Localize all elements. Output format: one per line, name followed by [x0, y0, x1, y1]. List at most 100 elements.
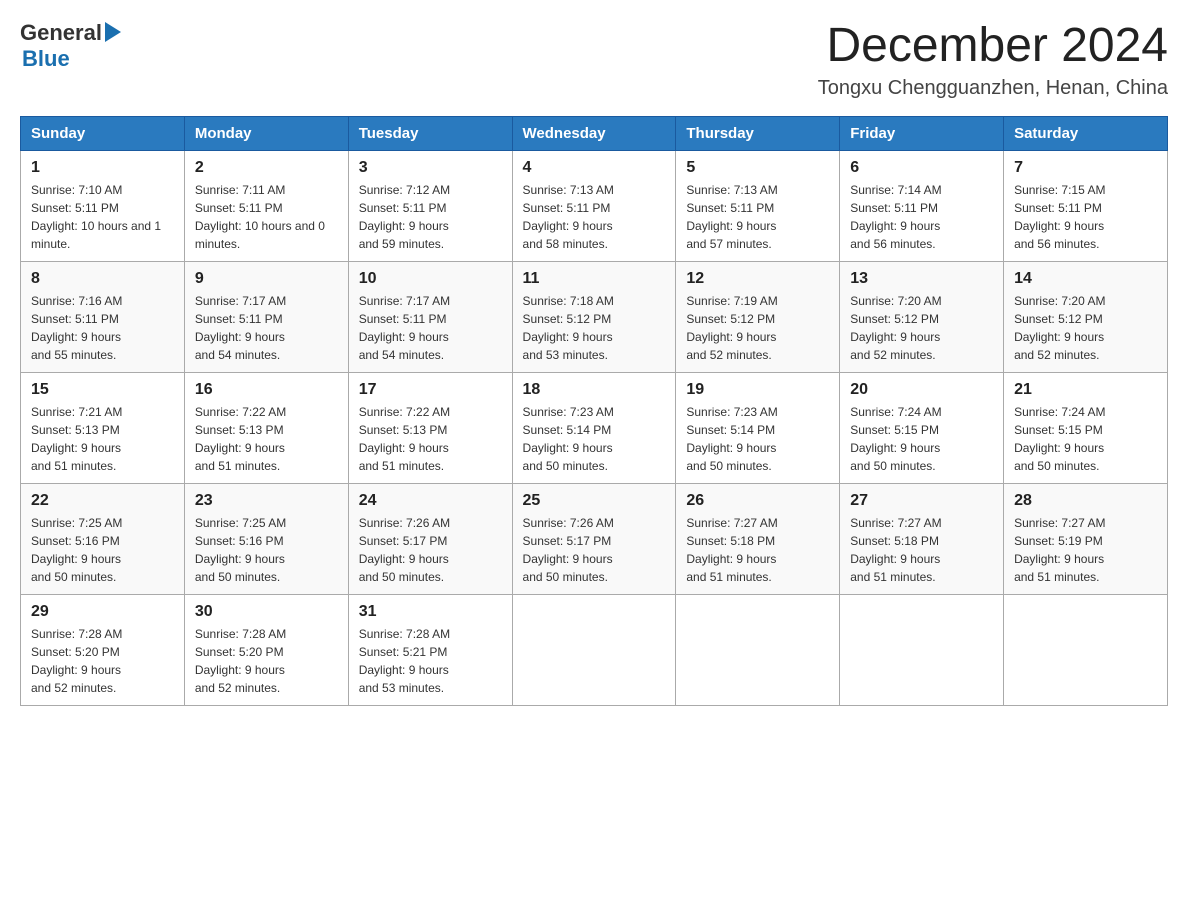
day-info: Sunrise: 7:25 AMSunset: 5:16 PMDaylight:… — [195, 514, 338, 586]
calendar-cell: 18 Sunrise: 7:23 AMSunset: 5:14 PMDaylig… — [512, 372, 676, 483]
calendar-cell: 3 Sunrise: 7:12 AMSunset: 5:11 PMDayligh… — [348, 150, 512, 261]
calendar-cell: 7 Sunrise: 7:15 AMSunset: 5:11 PMDayligh… — [1004, 150, 1168, 261]
day-info: Sunrise: 7:26 AMSunset: 5:17 PMDaylight:… — [523, 514, 666, 586]
calendar-cell: 15 Sunrise: 7:21 AMSunset: 5:13 PMDaylig… — [21, 372, 185, 483]
day-number: 5 — [686, 159, 829, 177]
calendar-cell: 24 Sunrise: 7:26 AMSunset: 5:17 PMDaylig… — [348, 483, 512, 594]
day-info: Sunrise: 7:14 AMSunset: 5:11 PMDaylight:… — [850, 181, 993, 253]
day-number: 17 — [359, 381, 502, 399]
calendar-cell: 21 Sunrise: 7:24 AMSunset: 5:15 PMDaylig… — [1004, 372, 1168, 483]
day-info: Sunrise: 7:20 AMSunset: 5:12 PMDaylight:… — [850, 292, 993, 364]
calendar-cell: 5 Sunrise: 7:13 AMSunset: 5:11 PMDayligh… — [676, 150, 840, 261]
calendar-week-row: 1 Sunrise: 7:10 AMSunset: 5:11 PMDayligh… — [21, 150, 1168, 261]
calendar-cell — [512, 594, 676, 705]
calendar-cell: 28 Sunrise: 7:27 AMSunset: 5:19 PMDaylig… — [1004, 483, 1168, 594]
logo-general: General — [20, 20, 102, 46]
day-info: Sunrise: 7:22 AMSunset: 5:13 PMDaylight:… — [195, 403, 338, 475]
day-number: 3 — [359, 159, 502, 177]
day-number: 1 — [31, 159, 174, 177]
day-info: Sunrise: 7:28 AMSunset: 5:20 PMDaylight:… — [195, 625, 338, 697]
calendar-cell: 25 Sunrise: 7:26 AMSunset: 5:17 PMDaylig… — [512, 483, 676, 594]
day-number: 31 — [359, 603, 502, 621]
page-header: General Blue December 2024 Tongxu Chengg… — [20, 20, 1168, 100]
calendar-cell: 11 Sunrise: 7:18 AMSunset: 5:12 PMDaylig… — [512, 261, 676, 372]
day-info: Sunrise: 7:22 AMSunset: 5:13 PMDaylight:… — [359, 403, 502, 475]
day-info: Sunrise: 7:19 AMSunset: 5:12 PMDaylight:… — [686, 292, 829, 364]
calendar-header-tuesday: Tuesday — [348, 116, 512, 150]
calendar-cell: 19 Sunrise: 7:23 AMSunset: 5:14 PMDaylig… — [676, 372, 840, 483]
day-number: 25 — [523, 492, 666, 510]
calendar-cell — [1004, 594, 1168, 705]
calendar-cell: 14 Sunrise: 7:20 AMSunset: 5:12 PMDaylig… — [1004, 261, 1168, 372]
day-number: 13 — [850, 270, 993, 288]
calendar-cell — [840, 594, 1004, 705]
calendar-cell: 8 Sunrise: 7:16 AMSunset: 5:11 PMDayligh… — [21, 261, 185, 372]
day-number: 7 — [1014, 159, 1157, 177]
day-info: Sunrise: 7:27 AMSunset: 5:18 PMDaylight:… — [850, 514, 993, 586]
day-number: 21 — [1014, 381, 1157, 399]
day-number: 14 — [1014, 270, 1157, 288]
day-number: 8 — [31, 270, 174, 288]
day-number: 28 — [1014, 492, 1157, 510]
calendar-week-row: 8 Sunrise: 7:16 AMSunset: 5:11 PMDayligh… — [21, 261, 1168, 372]
day-info: Sunrise: 7:11 AMSunset: 5:11 PMDaylight:… — [195, 181, 338, 253]
calendar-cell: 17 Sunrise: 7:22 AMSunset: 5:13 PMDaylig… — [348, 372, 512, 483]
calendar-header-thursday: Thursday — [676, 116, 840, 150]
day-number: 16 — [195, 381, 338, 399]
logo: General Blue — [20, 20, 121, 72]
calendar-cell: 6 Sunrise: 7:14 AMSunset: 5:11 PMDayligh… — [840, 150, 1004, 261]
day-info: Sunrise: 7:24 AMSunset: 5:15 PMDaylight:… — [850, 403, 993, 475]
day-number: 12 — [686, 270, 829, 288]
day-number: 2 — [195, 159, 338, 177]
day-info: Sunrise: 7:27 AMSunset: 5:18 PMDaylight:… — [686, 514, 829, 586]
day-number: 24 — [359, 492, 502, 510]
day-number: 9 — [195, 270, 338, 288]
calendar-cell: 2 Sunrise: 7:11 AMSunset: 5:11 PMDayligh… — [184, 150, 348, 261]
calendar-cell: 10 Sunrise: 7:17 AMSunset: 5:11 PMDaylig… — [348, 261, 512, 372]
day-info: Sunrise: 7:13 AMSunset: 5:11 PMDaylight:… — [686, 181, 829, 253]
calendar-header-monday: Monday — [184, 116, 348, 150]
calendar-header-wednesday: Wednesday — [512, 116, 676, 150]
calendar-cell: 30 Sunrise: 7:28 AMSunset: 5:20 PMDaylig… — [184, 594, 348, 705]
day-info: Sunrise: 7:24 AMSunset: 5:15 PMDaylight:… — [1014, 403, 1157, 475]
day-info: Sunrise: 7:12 AMSunset: 5:11 PMDaylight:… — [359, 181, 502, 253]
calendar-cell: 9 Sunrise: 7:17 AMSunset: 5:11 PMDayligh… — [184, 261, 348, 372]
calendar-week-row: 15 Sunrise: 7:21 AMSunset: 5:13 PMDaylig… — [21, 372, 1168, 483]
calendar-cell: 23 Sunrise: 7:25 AMSunset: 5:16 PMDaylig… — [184, 483, 348, 594]
day-info: Sunrise: 7:17 AMSunset: 5:11 PMDaylight:… — [195, 292, 338, 364]
day-number: 18 — [523, 381, 666, 399]
calendar-header-sunday: Sunday — [21, 116, 185, 150]
page-subtitle: Tongxu Chengguanzhen, Henan, China — [818, 77, 1168, 100]
day-info: Sunrise: 7:23 AMSunset: 5:14 PMDaylight:… — [686, 403, 829, 475]
logo-blue: Blue — [22, 46, 70, 72]
day-info: Sunrise: 7:20 AMSunset: 5:12 PMDaylight:… — [1014, 292, 1157, 364]
calendar-table: SundayMondayTuesdayWednesdayThursdayFrid… — [20, 116, 1168, 706]
day-info: Sunrise: 7:13 AMSunset: 5:11 PMDaylight:… — [523, 181, 666, 253]
calendar-header-saturday: Saturday — [1004, 116, 1168, 150]
calendar-cell: 31 Sunrise: 7:28 AMSunset: 5:21 PMDaylig… — [348, 594, 512, 705]
day-info: Sunrise: 7:28 AMSunset: 5:20 PMDaylight:… — [31, 625, 174, 697]
calendar-cell: 12 Sunrise: 7:19 AMSunset: 5:12 PMDaylig… — [676, 261, 840, 372]
title-area: December 2024 Tongxu Chengguanzhen, Hena… — [818, 20, 1168, 100]
calendar-week-row: 22 Sunrise: 7:25 AMSunset: 5:16 PMDaylig… — [21, 483, 1168, 594]
calendar-cell — [676, 594, 840, 705]
calendar-header-row: SundayMondayTuesdayWednesdayThursdayFrid… — [21, 116, 1168, 150]
day-number: 27 — [850, 492, 993, 510]
calendar-cell: 13 Sunrise: 7:20 AMSunset: 5:12 PMDaylig… — [840, 261, 1004, 372]
day-number: 30 — [195, 603, 338, 621]
calendar-cell: 20 Sunrise: 7:24 AMSunset: 5:15 PMDaylig… — [840, 372, 1004, 483]
page-title: December 2024 — [818, 20, 1168, 73]
calendar-cell: 29 Sunrise: 7:28 AMSunset: 5:20 PMDaylig… — [21, 594, 185, 705]
day-info: Sunrise: 7:18 AMSunset: 5:12 PMDaylight:… — [523, 292, 666, 364]
day-info: Sunrise: 7:17 AMSunset: 5:11 PMDaylight:… — [359, 292, 502, 364]
day-info: Sunrise: 7:26 AMSunset: 5:17 PMDaylight:… — [359, 514, 502, 586]
day-info: Sunrise: 7:16 AMSunset: 5:11 PMDaylight:… — [31, 292, 174, 364]
day-number: 11 — [523, 270, 666, 288]
calendar-cell: 4 Sunrise: 7:13 AMSunset: 5:11 PMDayligh… — [512, 150, 676, 261]
day-number: 20 — [850, 381, 993, 399]
day-number: 23 — [195, 492, 338, 510]
day-number: 29 — [31, 603, 174, 621]
calendar-cell: 27 Sunrise: 7:27 AMSunset: 5:18 PMDaylig… — [840, 483, 1004, 594]
calendar-cell: 16 Sunrise: 7:22 AMSunset: 5:13 PMDaylig… — [184, 372, 348, 483]
day-number: 19 — [686, 381, 829, 399]
